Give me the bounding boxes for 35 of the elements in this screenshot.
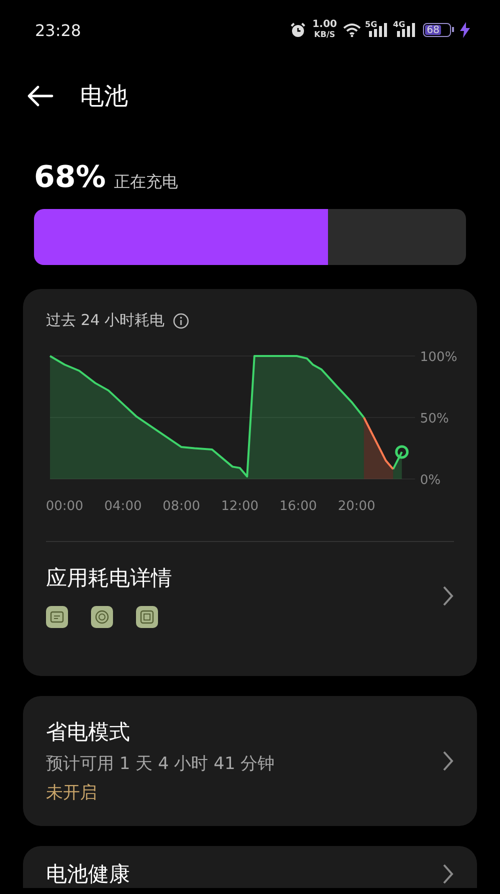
battery-percentage: 68% [34, 160, 106, 195]
wifi-icon [343, 23, 361, 37]
back-button[interactable] [26, 85, 54, 107]
x-axis-label: 16:00 [279, 499, 317, 514]
network-speed: 1.00 KB/S [312, 20, 337, 40]
x-axis-label: 04:00 [104, 499, 142, 514]
signal-bars-icon [367, 23, 389, 37]
app-icon [46, 606, 68, 628]
card-title[interactable]: 省电模式 [46, 718, 442, 746]
app-usage-title[interactable]: 应用耗电详情 [46, 564, 442, 592]
x-axis-label: 00:00 [46, 499, 84, 514]
alarm-clock-icon [290, 22, 306, 38]
charging-status: 正在充电 [114, 172, 178, 193]
app-icon [136, 606, 158, 628]
info-icon[interactable] [172, 312, 189, 328]
mode-status: 未开启 [46, 782, 98, 804]
y-axis-label: 50% [420, 412, 449, 426]
battery-level: 68 [425, 25, 442, 35]
estimated-time: 预计可用 1 天 4 小时 41 分钟 [46, 753, 276, 775]
signal-bars-icon [395, 23, 417, 37]
x-axis-label: 12:00 [221, 499, 259, 514]
x-axis-label: 08:00 [162, 499, 200, 514]
app-icon [91, 606, 113, 628]
page-title: 电池 [80, 81, 128, 112]
network-type: 5G [365, 20, 378, 29]
network-type: 4G [393, 20, 406, 29]
y-axis-label: 0% [420, 473, 441, 488]
x-axis-label: 20:00 [338, 499, 376, 514]
chevron-icon [442, 863, 454, 885]
chevron-icon [442, 750, 454, 772]
current-point-marker [395, 445, 409, 459]
y-axis-label: 100% [420, 350, 458, 365]
chevron-icon [442, 585, 454, 607]
chart-title: 过去 24 小时耗电 [46, 311, 165, 330]
clock-time: 23:28 [35, 20, 82, 40]
